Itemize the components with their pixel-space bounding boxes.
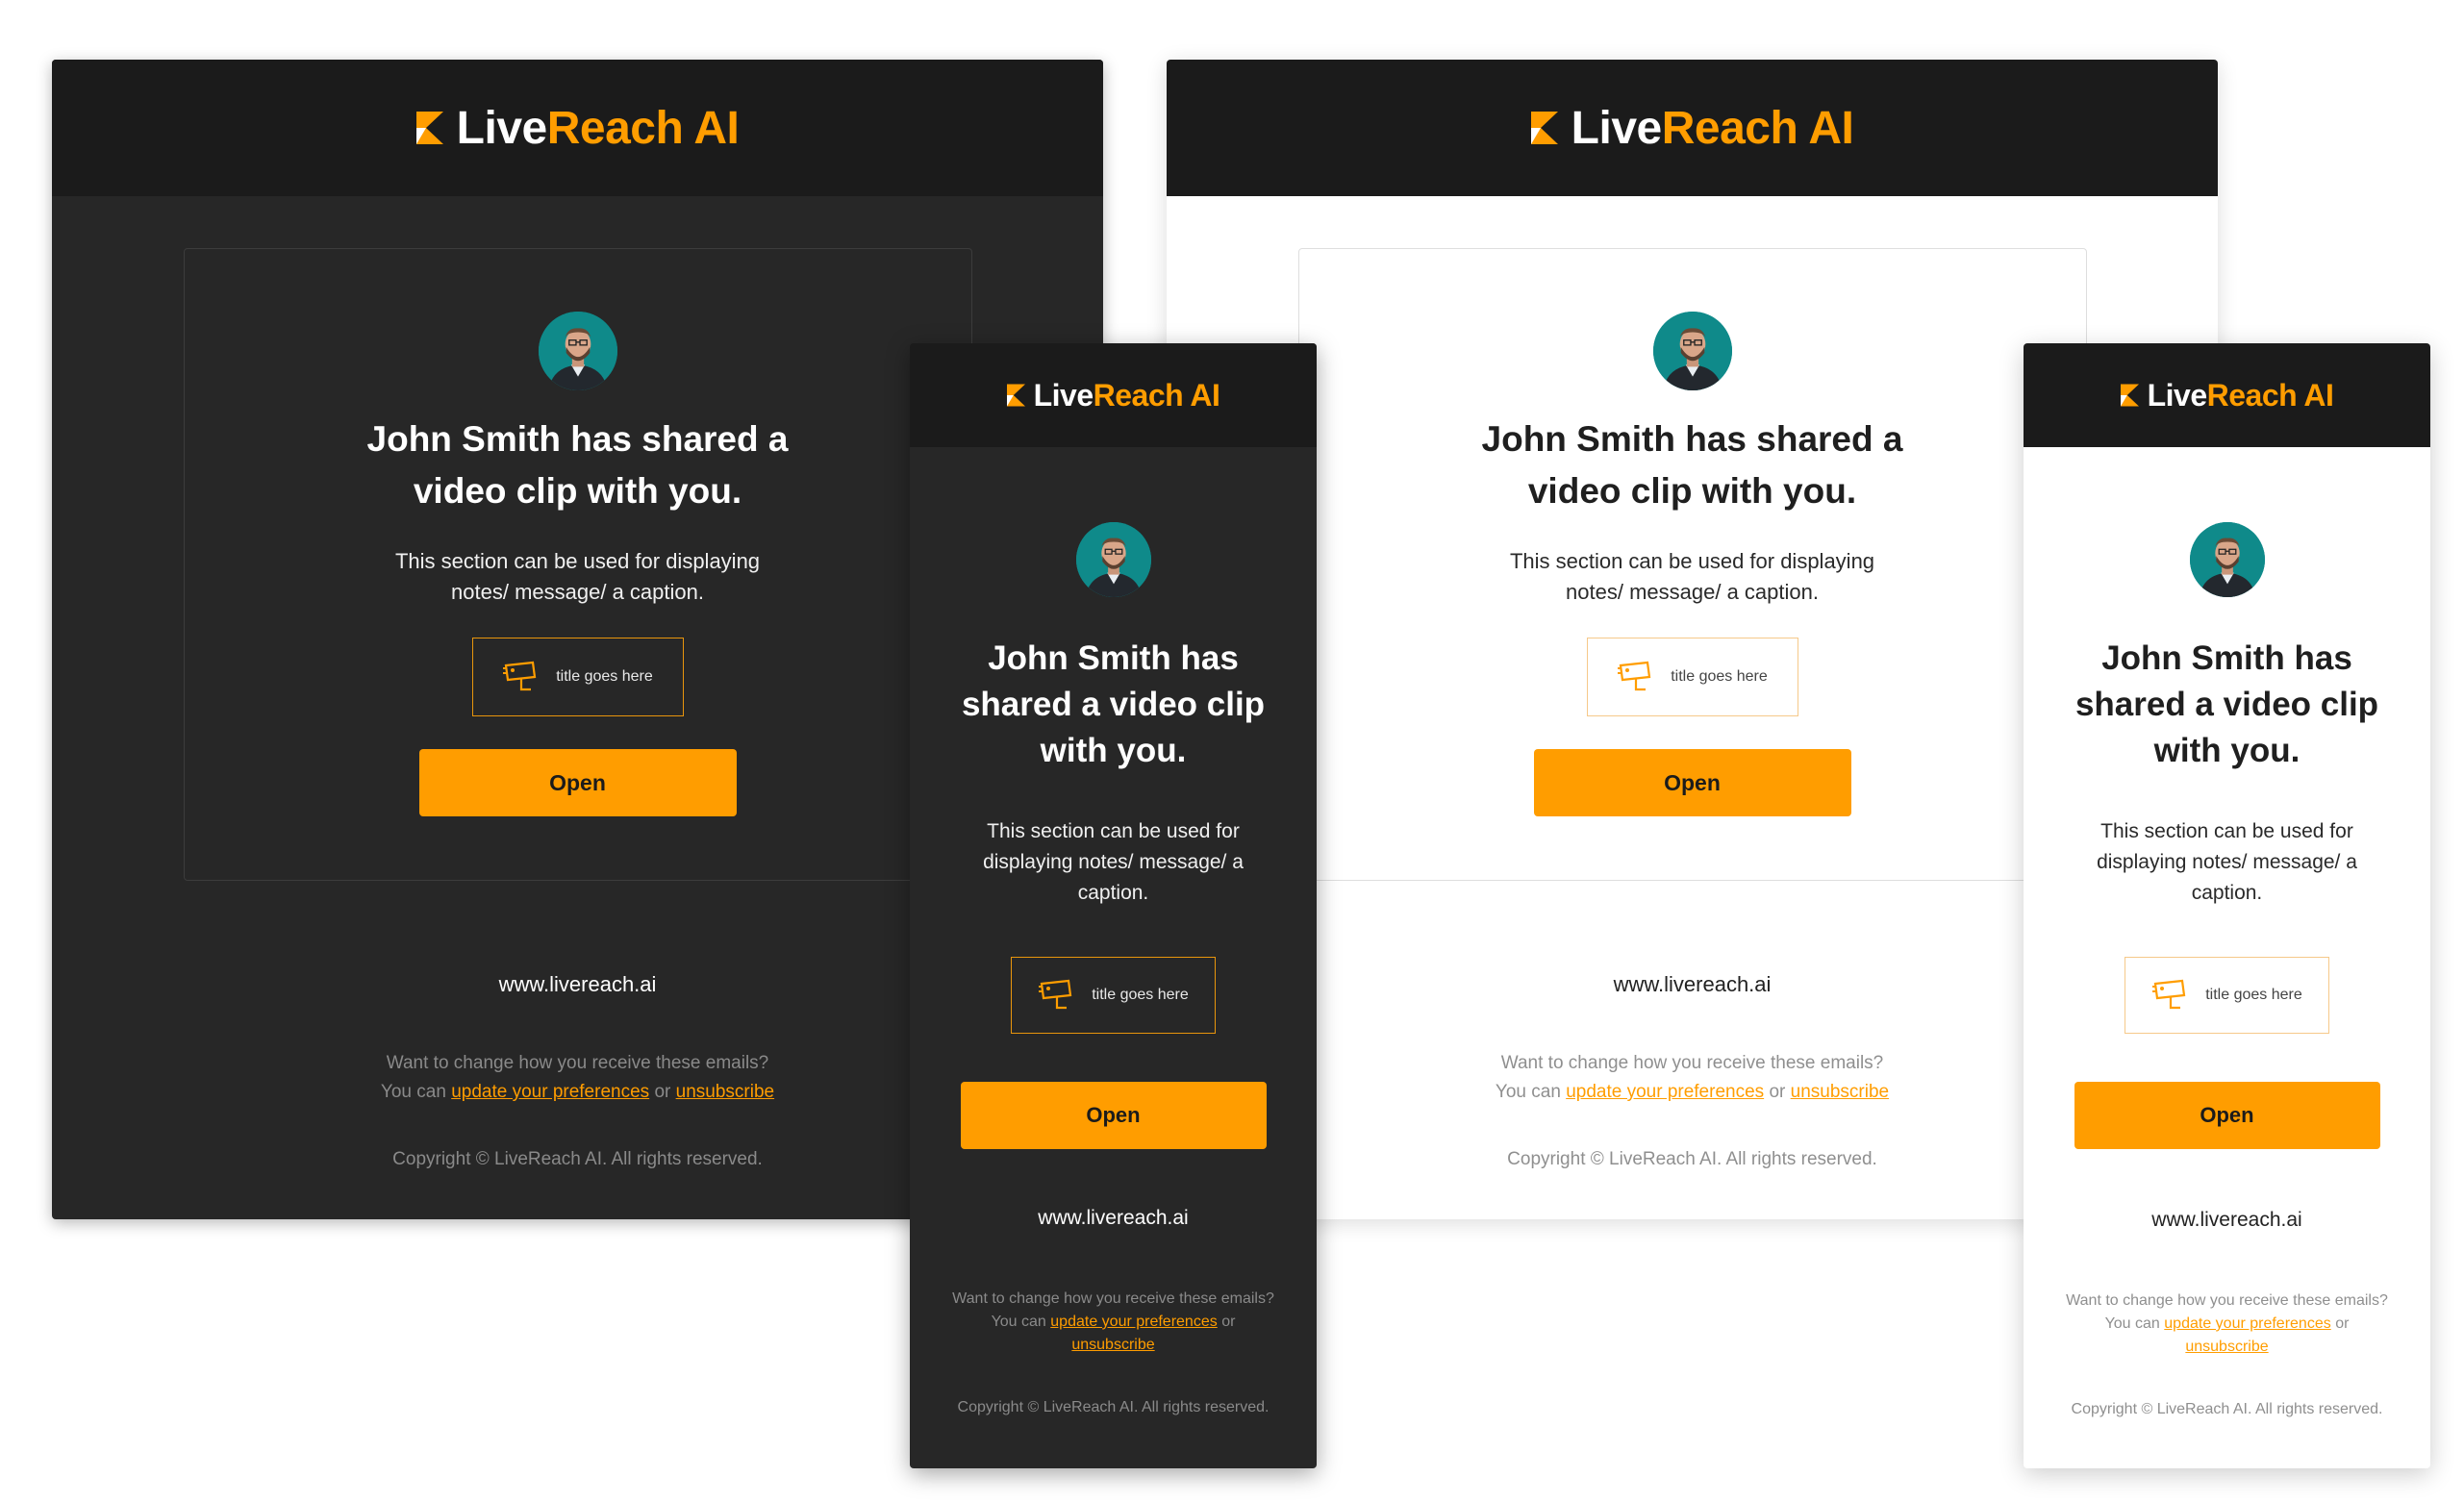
email-mobile-dark: LiveReach AI John Smith has shared a vid… (910, 343, 1317, 1468)
update-preferences-link[interactable]: update your preferences (451, 1082, 649, 1102)
logo-mark-icon (2120, 384, 2139, 407)
content-card: John Smith has shared a video clip with … (1297, 248, 2087, 881)
email-message: This section can be used for displaying … (983, 820, 1244, 904)
clip-title: title goes here (556, 668, 653, 685)
unsubscribe-link[interactable]: unsubscribe (1791, 1082, 1889, 1102)
video-camera-icon (1039, 979, 1072, 1010)
email-content: John Smith has shared a video clip with … (910, 447, 1317, 1149)
email-content: John Smith has shared a video clip with … (2024, 447, 2430, 1149)
email-header: LiveReach AI (52, 60, 1103, 196)
brand-name: LiveReach AI (2147, 377, 2334, 413)
open-button[interactable]: Open (960, 1082, 1267, 1149)
brand-logo: LiveReach AI (1530, 102, 1854, 155)
unsubscribe-link[interactable]: unsubscribe (676, 1082, 774, 1102)
video-camera-icon (503, 661, 537, 691)
brand-logo: LiveReach AI (1006, 377, 1220, 413)
video-clip-link[interactable]: title goes here (2125, 957, 2329, 1034)
copyright-text: Copyright © LiveReach AI. All rights res… (2071, 1401, 2383, 1417)
email-message: This section can be used for displaying … (394, 549, 761, 604)
unsubscribe-link[interactable]: unsubscribe (1071, 1337, 1154, 1353)
brand-logo: LiveReach AI (415, 102, 740, 155)
preferences-text: Want to change how you receive these ema… (952, 1290, 1274, 1353)
clip-title: title goes here (1671, 668, 1768, 685)
email-headline: John Smith has shared a video clip with … (2074, 639, 2379, 769)
video-camera-icon (1618, 661, 1651, 691)
clip-title: title goes here (2205, 987, 2302, 1003)
email-header: LiveReach AI (2024, 343, 2430, 447)
open-button[interactable]: Open (418, 749, 737, 816)
avatar (1652, 312, 1732, 390)
email-message: This section can be used for displaying … (1509, 549, 1875, 604)
email-headline: John Smith has shared a video clip with … (366, 419, 789, 511)
website-link[interactable]: www.livereach.ai (910, 1207, 1317, 1230)
brand-name: LiveReach AI (1033, 377, 1220, 413)
logo-mark-icon (415, 112, 443, 144)
open-button[interactable]: Open (1533, 749, 1851, 816)
email-mobile-light: LiveReach AI John Smith has shared a vid… (2024, 343, 2430, 1468)
video-clip-link[interactable]: title goes here (471, 638, 684, 716)
email-header: LiveReach AI (910, 343, 1317, 447)
update-preferences-link[interactable]: update your preferences (2164, 1315, 2330, 1332)
avatar (2189, 522, 2265, 597)
email-footer: www.livereach.ai Want to change how you … (2024, 1209, 2430, 1418)
website-link[interactable]: www.livereach.ai (2024, 1209, 2430, 1232)
avatar (1075, 522, 1151, 597)
clip-title: title goes here (1092, 987, 1189, 1003)
open-button[interactable]: Open (2074, 1082, 2380, 1149)
update-preferences-link[interactable]: update your preferences (1566, 1082, 1764, 1102)
brand-name: LiveReach AI (456, 102, 740, 154)
copyright-text: Copyright © LiveReach AI. All rights res… (957, 1399, 1270, 1415)
video-camera-icon (2152, 979, 2186, 1010)
email-header: LiveReach AI (1167, 60, 2218, 196)
email-message: This section can be used for displaying … (2097, 820, 2357, 904)
logo-mark-icon (1530, 112, 1558, 144)
logo-mark-icon (1006, 384, 1025, 407)
avatar (538, 312, 617, 390)
video-clip-link[interactable]: title goes here (1011, 957, 1216, 1034)
email-footer: www.livereach.ai Want to change how you … (910, 1207, 1317, 1416)
preferences-text: Want to change how you receive these ema… (2066, 1292, 2388, 1355)
update-preferences-link[interactable]: update your preferences (1050, 1314, 1217, 1330)
email-headline: John Smith has shared a video clip with … (961, 639, 1266, 769)
email-headline: John Smith has shared a video clip with … (1481, 419, 1903, 511)
content-card: John Smith has shared a video clip with … (183, 248, 972, 881)
brand-logo: LiveReach AI (2120, 377, 2334, 413)
brand-name: LiveReach AI (1571, 102, 1854, 154)
video-clip-link[interactable]: title goes here (1586, 638, 1798, 716)
unsubscribe-link[interactable]: unsubscribe (2185, 1339, 2268, 1355)
